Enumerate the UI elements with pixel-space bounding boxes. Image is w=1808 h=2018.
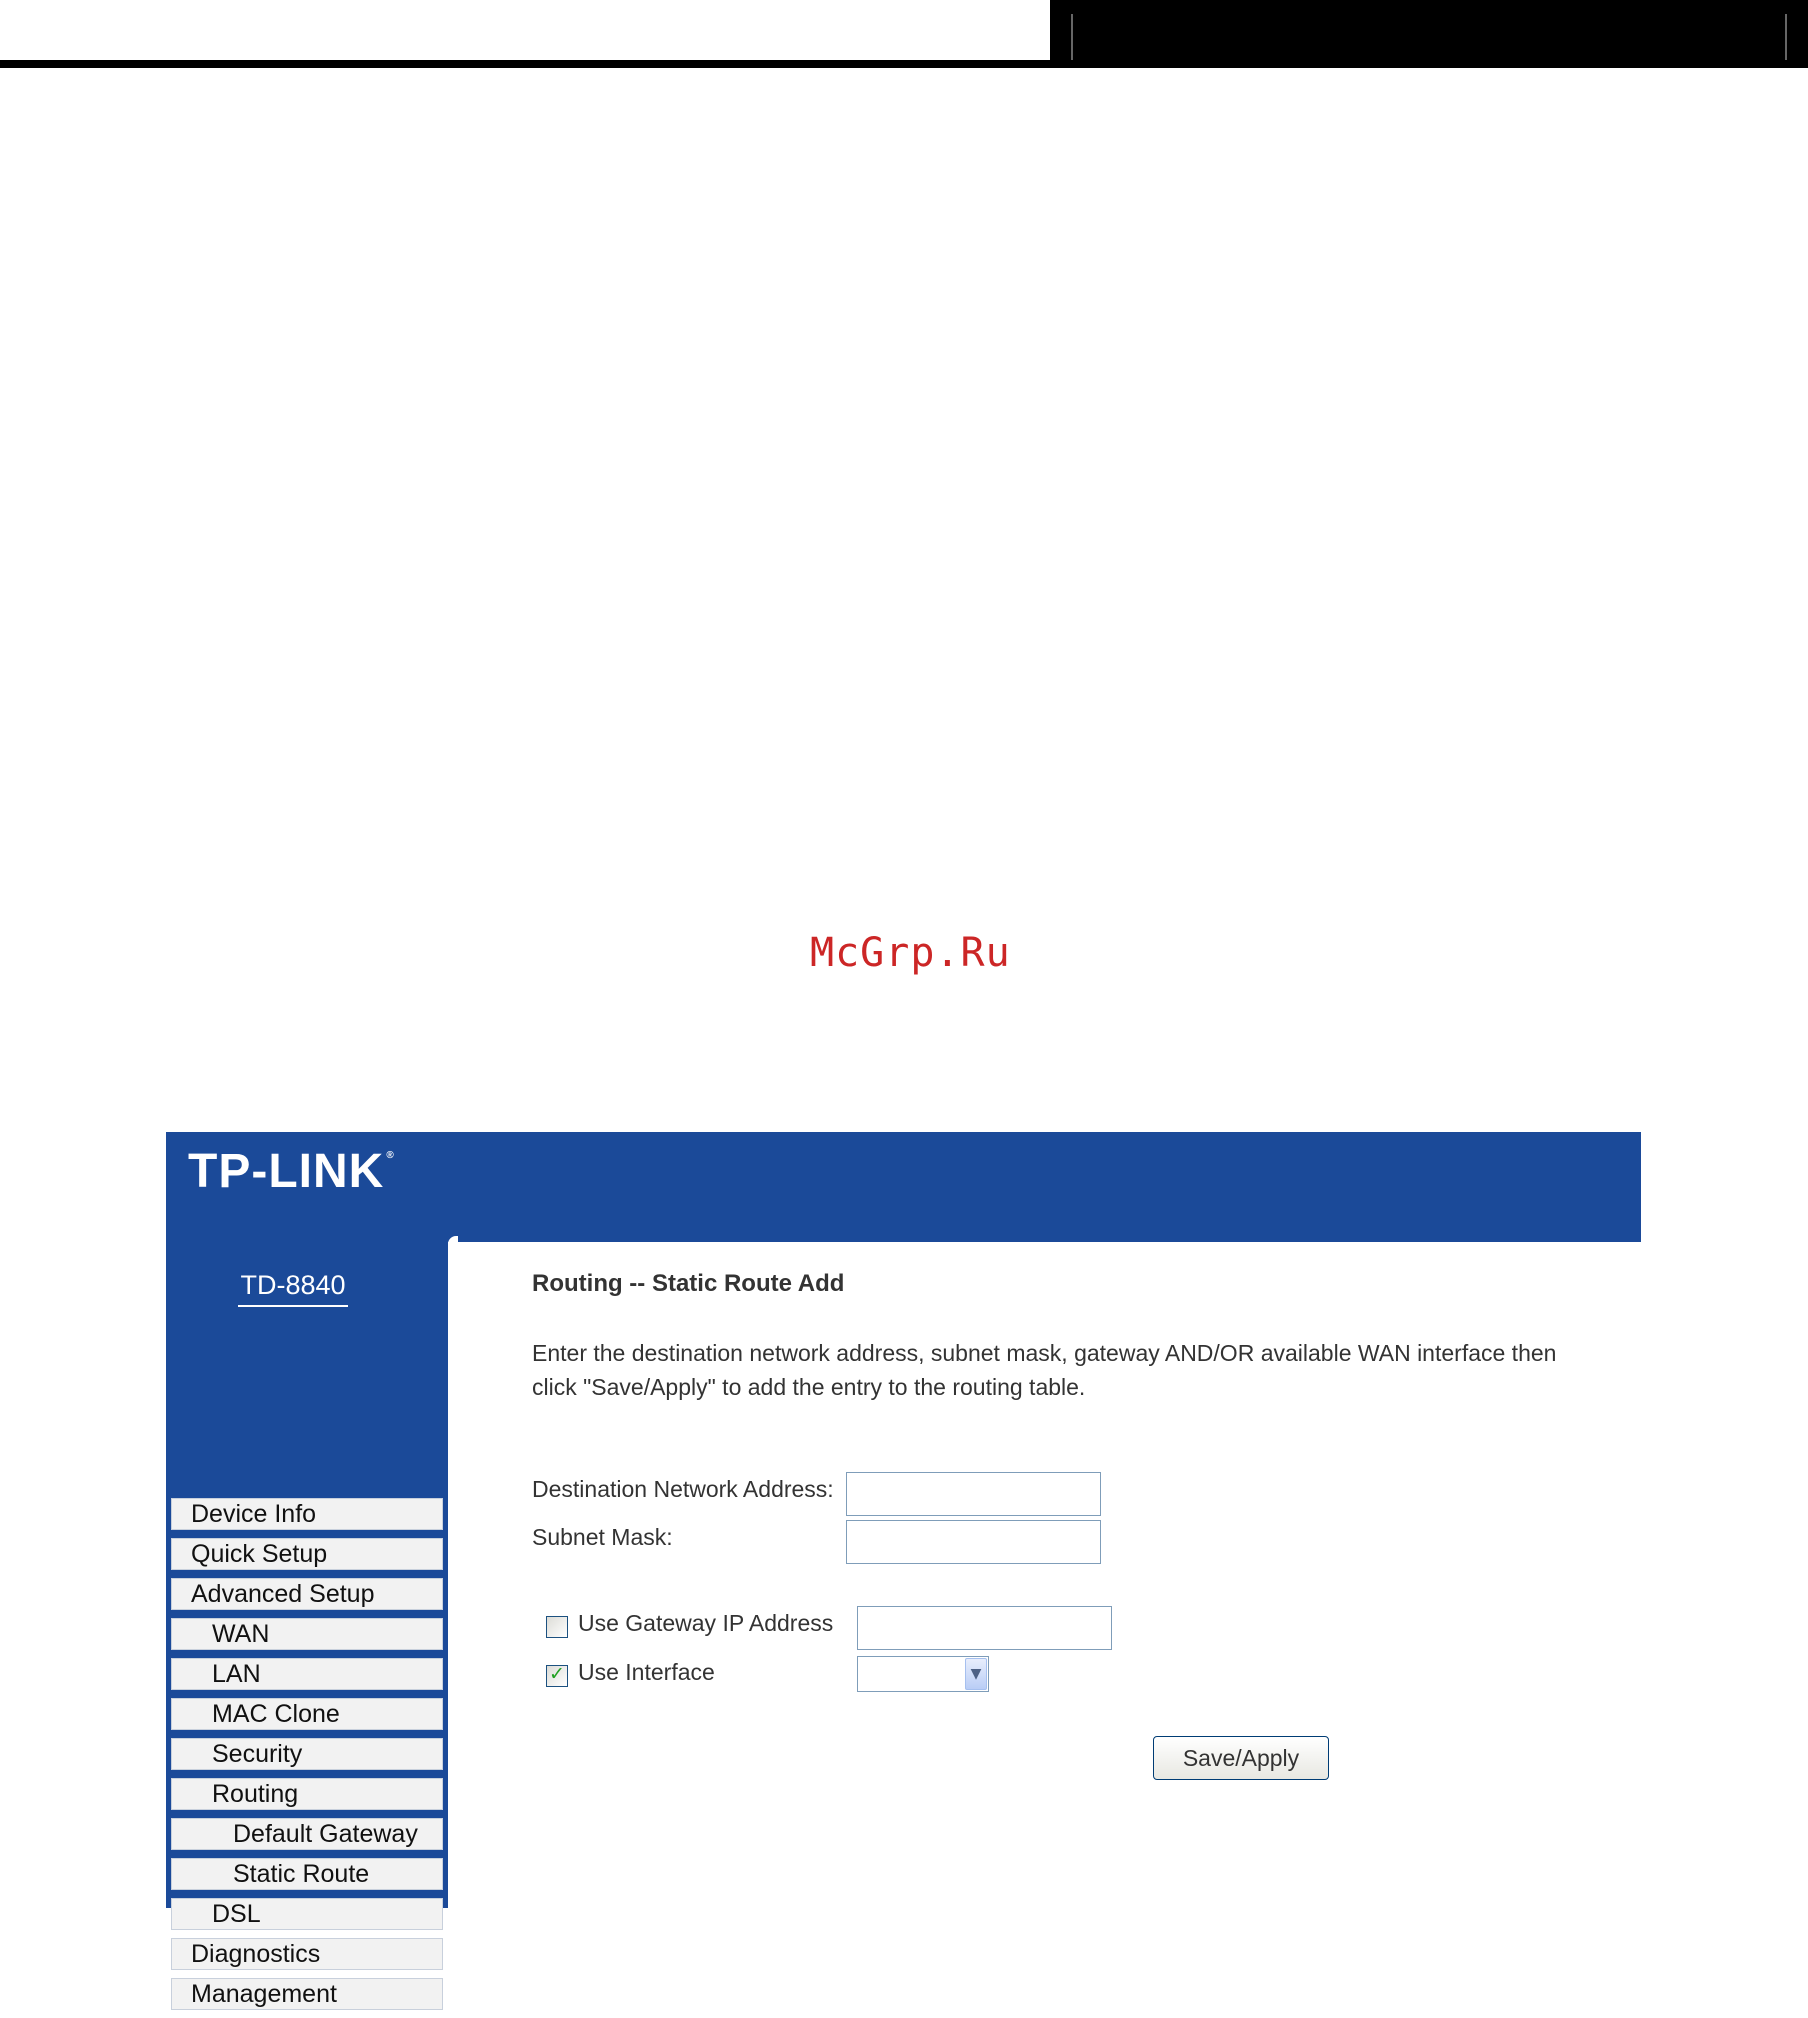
menu-item-mac-clone[interactable]: MAC Clone: [171, 1698, 443, 1730]
subnet-mask-input[interactable]: [846, 1520, 1101, 1564]
use-interface-label: Use Interface: [578, 1659, 715, 1685]
logo-text: TP-LINK: [188, 1145, 385, 1198]
menu-item-static-route[interactable]: Static Route: [171, 1858, 443, 1890]
menu-item-wan[interactable]: WAN: [171, 1618, 443, 1650]
page-title: Routing -- Static Route Add: [532, 1270, 845, 1297]
destination-network-input[interactable]: [846, 1472, 1101, 1516]
document-header-block: [1050, 0, 1808, 64]
chevron-down-icon[interactable]: ▼: [965, 1658, 987, 1690]
menu-item-advanced-setup[interactable]: Advanced Setup: [171, 1578, 443, 1610]
menu-item-security[interactable]: Security: [171, 1738, 443, 1770]
menu-item-diagnostics[interactable]: Diagnostics: [171, 1938, 443, 1970]
description-line-2: click "Save/Apply" to add the entry to t…: [532, 1374, 1086, 1400]
watermark: McGrp.Ru: [810, 930, 1011, 976]
gateway-ip-input[interactable]: [857, 1606, 1112, 1650]
menu-item-management[interactable]: Management: [171, 1978, 443, 2010]
tp-link-logo: TP-LINK ®: [188, 1144, 395, 1199]
use-interface-checkbox[interactable]: ✓: [546, 1663, 568, 1687]
document-header-rule: [0, 60, 1808, 68]
menu-item-quick-setup[interactable]: Quick Setup: [171, 1538, 443, 1570]
menu-item-routing[interactable]: Routing: [171, 1778, 443, 1810]
header-divider-left: [1071, 14, 1073, 62]
menu-item-lan[interactable]: LAN: [171, 1658, 443, 1690]
sidebar: TD-8840 Device Info Quick Setup Advanced…: [166, 1242, 448, 2010]
description-line-1: Enter the destination network address, s…: [532, 1340, 1557, 1366]
router-admin-page: TP-LINK ® TD-8840 Device Info Quick Setup…: [166, 1132, 1641, 2010]
interface-select[interactable]: ▼: [857, 1656, 989, 1692]
main-content: Routing -- Static Route Add Enter the de…: [448, 1242, 1641, 1908]
use-gateway-label: Use Gateway IP Address: [578, 1610, 834, 1636]
use-gateway-checkbox[interactable]: [546, 1616, 568, 1638]
registered-mark: ®: [386, 1150, 395, 1161]
model-name: TD-8840: [238, 1270, 348, 1307]
checkmark-icon: ✓: [549, 1663, 565, 1685]
subnet-mask-label: Subnet Mask:: [532, 1524, 673, 1550]
page-description: Enter the destination network address, s…: [532, 1336, 1622, 1404]
sidebar-menu: Device Info Quick Setup Advanced Setup W…: [171, 1498, 443, 2018]
menu-item-default-gateway[interactable]: Default Gateway: [171, 1818, 443, 1850]
menu-item-dsl[interactable]: DSL: [171, 1898, 443, 1930]
header-divider-right: [1785, 14, 1787, 62]
save-apply-button[interactable]: Save/Apply: [1153, 1736, 1329, 1780]
menu-item-device-info[interactable]: Device Info: [171, 1498, 443, 1530]
top-banner: TP-LINK ®: [166, 1132, 1641, 1242]
destination-network-label: Destination Network Address:: [532, 1476, 834, 1502]
